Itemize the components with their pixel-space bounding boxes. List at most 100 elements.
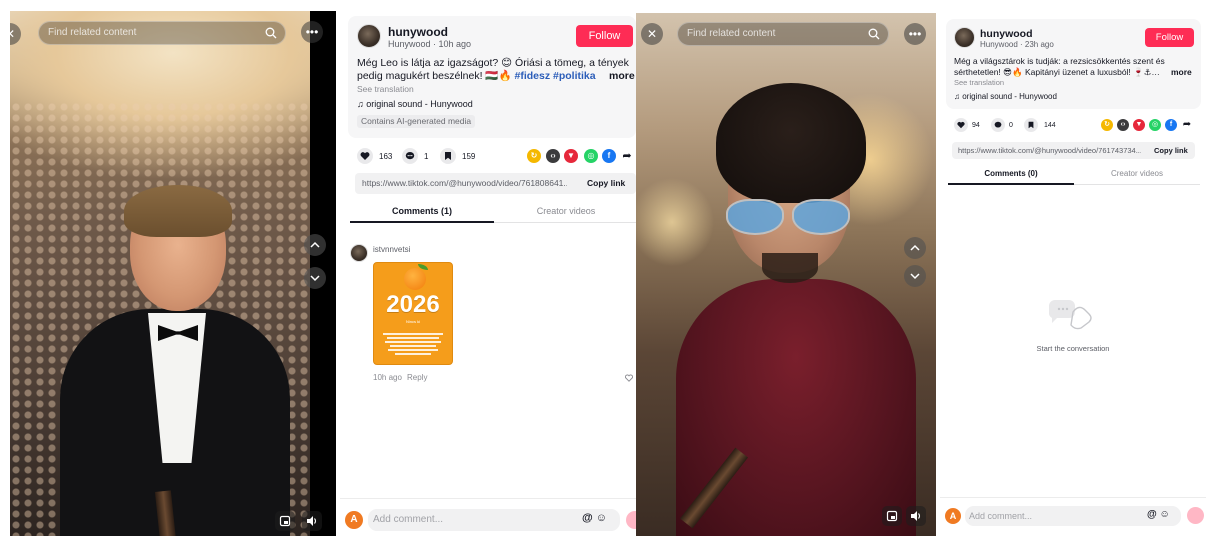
mini-player-icon [886, 510, 898, 522]
search-input[interactable]: Find related content [38, 21, 286, 45]
previous-video-button[interactable] [304, 234, 326, 256]
comment-count: 0 [1009, 121, 1013, 129]
chevron-up-icon [910, 244, 920, 251]
caption-more-button[interactable]: more [1171, 67, 1192, 77]
like-count: 163 [379, 151, 393, 161]
empty-comments-icon [1048, 300, 1092, 330]
sound-link[interactable]: ♫ original sound - Hunywood [954, 92, 1057, 101]
sound-link[interactable]: ♫ original sound - Hunywood [357, 99, 473, 109]
see-translation-link[interactable]: See translation [954, 78, 1004, 87]
comment-action[interactable]: 0 [991, 118, 1013, 132]
save-action[interactable]: 159 [440, 148, 475, 164]
like-action[interactable]: 163 [357, 148, 392, 164]
author-avatar[interactable] [357, 24, 381, 48]
current-user-avatar: A [945, 508, 961, 524]
video-link[interactable]: https://www.tiktok.com/@hunywood/video/7… [958, 146, 1141, 155]
empty-comments-text: Start the conversation [1036, 344, 1110, 353]
details-panel-right: hunywood Hunywood · 23h ago Follow Még a… [940, 13, 1206, 536]
like-action[interactable]: 94 [954, 118, 980, 132]
next-video-button[interactable] [304, 267, 326, 289]
bookmark-icon [440, 148, 456, 164]
previous-video-button[interactable] [904, 237, 926, 259]
reddit-like-icon[interactable]: ↻ [527, 149, 541, 163]
tab-comments[interactable]: Comments (0) [948, 169, 1074, 178]
comment-sticker-image[interactable]: 2026 Nincs ki [373, 262, 453, 365]
heart-icon [357, 148, 373, 164]
post-caption: Még Leo is látja az igazságot? 😊 Óriási … [357, 57, 633, 85]
volume-icon [911, 511, 921, 521]
video-player-right[interactable]: ✕ Find related content ••• [636, 13, 936, 536]
post-comment-button[interactable] [1187, 507, 1204, 524]
volume-button[interactable] [906, 506, 926, 526]
mention-emoji-buttons[interactable]: @ ☺ [1147, 509, 1170, 520]
comment-action[interactable]: 1 [402, 148, 428, 164]
comment-like-icon[interactable] [625, 374, 633, 382]
heart-icon [954, 118, 968, 132]
ai-generated-label: Contains AI-generated media [357, 115, 476, 128]
tab-active-underline [948, 183, 1074, 185]
whatsapp-icon[interactable]: ◎ [1149, 119, 1161, 131]
facebook-icon[interactable]: f [1165, 119, 1177, 131]
sticker-text-lines [382, 333, 444, 357]
floating-player-button[interactable] [275, 511, 295, 531]
pinterest-icon[interactable]: ▼ [564, 149, 578, 163]
tab-comments[interactable]: Comments (1) [350, 206, 494, 216]
author-subtitle: Hunywood · 10h ago [388, 39, 472, 49]
follow-button[interactable]: Follow [1145, 28, 1194, 47]
chevron-down-icon [310, 275, 320, 282]
comment-reply-button[interactable]: Reply [407, 373, 427, 382]
forward-icon[interactable]: ➦ [620, 149, 634, 163]
mini-player-icon [279, 515, 291, 527]
sticker-small-text: Nincs ki [405, 319, 420, 324]
search-placeholder: Find related content [687, 28, 776, 39]
comment-icon [991, 118, 1005, 132]
details-panel-left: hunywood Hunywood · 10h ago Follow Még L… [340, 11, 644, 536]
forward-icon[interactable]: ➦ [1181, 119, 1193, 131]
mention-emoji-buttons[interactable]: @ ☺ [582, 512, 607, 524]
tab-creator-videos[interactable]: Creator videos [1074, 169, 1200, 178]
tab-creator-videos[interactable]: Creator videos [494, 206, 638, 216]
search-placeholder: Find related content [48, 27, 137, 38]
facebook-icon[interactable]: f [602, 149, 616, 163]
video-link[interactable]: https://www.tiktok.com/@hunywood/video/7… [362, 178, 567, 188]
search-icon[interactable] [868, 28, 880, 40]
reddit-like-icon[interactable]: ↻ [1101, 119, 1113, 131]
caption-more-button[interactable]: more [606, 70, 635, 82]
embed-icon[interactable]: ‹› [546, 149, 560, 163]
copy-link-button[interactable]: Copy link [587, 178, 625, 188]
bookmark-icon [1024, 118, 1038, 132]
close-button[interactable]: ✕ [641, 23, 663, 45]
search-icon[interactable] [265, 27, 277, 39]
follow-button[interactable]: Follow [576, 25, 633, 47]
author-subtitle: Hunywood · 23h ago [980, 40, 1054, 49]
video-player-left[interactable]: ✕ Find related content ••• [10, 11, 336, 536]
tab-active-underline [350, 221, 494, 223]
sticker-year: 2026 [386, 291, 440, 318]
person-figure [60, 185, 290, 536]
embed-icon[interactable]: ‹› [1117, 119, 1129, 131]
author-name[interactable]: hunywood [980, 28, 1033, 40]
comment-count: 1 [424, 151, 429, 161]
next-video-button[interactable] [904, 265, 926, 287]
person-figure [676, 83, 916, 536]
like-count: 94 [972, 121, 980, 129]
save-action[interactable]: 144 [1024, 118, 1056, 132]
screen: ✕ Find related content ••• hunywood Huny… [0, 0, 1228, 544]
copy-link-button[interactable]: Copy link [1154, 146, 1188, 155]
commenter-avatar[interactable] [350, 244, 368, 262]
whatsapp-icon[interactable]: ◎ [584, 149, 598, 163]
search-input[interactable]: Find related content [677, 22, 889, 46]
commenter-name[interactable]: istvnnvetsi [373, 245, 410, 254]
pinterest-icon[interactable]: ▼ [1133, 119, 1145, 131]
volume-button[interactable] [302, 511, 322, 531]
save-count: 144 [1044, 121, 1056, 129]
author-avatar[interactable] [954, 27, 975, 48]
orange-graphic [404, 268, 426, 290]
more-options-button[interactable]: ••• [904, 23, 926, 45]
comment-icon [402, 148, 418, 164]
floating-player-button[interactable] [882, 506, 902, 526]
comment-time: 10h ago [373, 373, 402, 382]
more-options-button[interactable]: ••• [301, 21, 323, 43]
author-name[interactable]: hunywood [388, 25, 448, 39]
see-translation-link[interactable]: See translation [357, 84, 414, 94]
